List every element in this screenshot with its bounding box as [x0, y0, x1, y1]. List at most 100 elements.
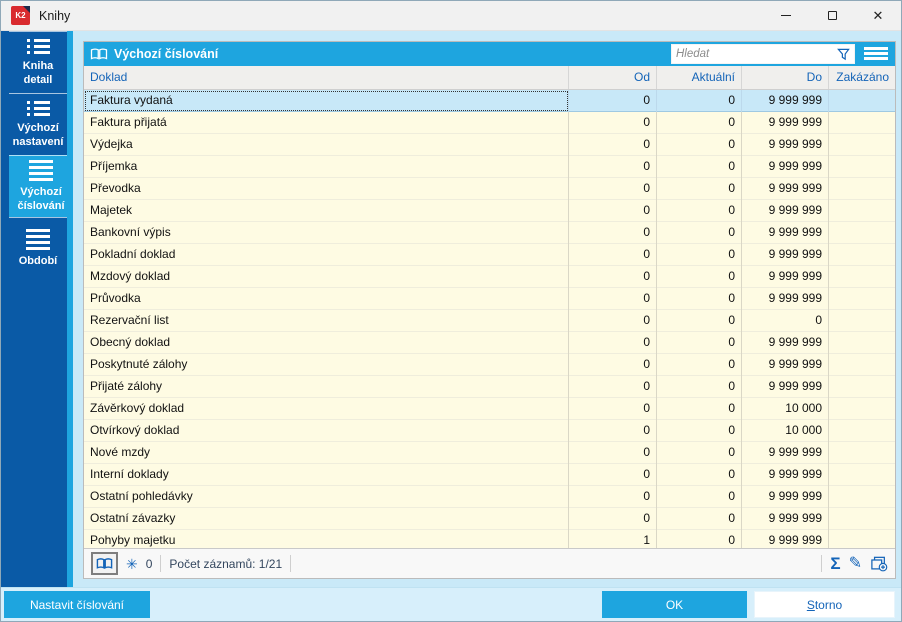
- open-book-icon: [90, 48, 108, 60]
- cell-value: 9 999 999: [742, 90, 829, 112]
- ok-button[interactable]: OK: [602, 591, 747, 618]
- table-row[interactable]: Obecný doklad 0 0 9 999 999: [84, 332, 895, 354]
- sidebar-item-label: Výchozí číslování: [17, 185, 65, 212]
- cell-value: 0: [569, 376, 657, 398]
- sum-icon[interactable]: Σ: [830, 555, 840, 572]
- cell-value: 0: [569, 486, 657, 508]
- sidebar-item-label: Výchozí nastavení: [12, 121, 64, 148]
- column-header[interactable]: Aktuální: [657, 66, 742, 89]
- cell-value: [829, 266, 895, 288]
- cell-value: 0: [657, 310, 742, 332]
- cell-doklad: Majetek: [84, 200, 569, 222]
- panel-title: Výchozí číslování: [114, 47, 219, 61]
- table-row[interactable]: Majetek 0 0 9 999 999: [84, 200, 895, 222]
- table-row[interactable]: Závěrkový doklad 0 0 10 000: [84, 398, 895, 420]
- cell-value: 0: [569, 288, 657, 310]
- cell-value: 0: [569, 200, 657, 222]
- minimize-button[interactable]: [763, 1, 809, 31]
- cell-doklad: Poskytnuté zálohy: [84, 354, 569, 376]
- table-row[interactable]: Ostatní pohledávky 0 0 9 999 999: [84, 486, 895, 508]
- cell-value: 0: [657, 112, 742, 134]
- cell-doklad: Bankovní výpis: [84, 222, 569, 244]
- cell-value: 0: [657, 442, 742, 464]
- table-row[interactable]: Mzdový doklad 0 0 9 999 999: [84, 266, 895, 288]
- table-row[interactable]: Přijaté zálohy 0 0 9 999 999: [84, 376, 895, 398]
- cell-value: [829, 530, 895, 548]
- table-row[interactable]: Pohyby majetku 1 0 9 999 999: [84, 530, 895, 548]
- column-header[interactable]: Zakázáno: [829, 66, 895, 89]
- cell-value: 0: [657, 376, 742, 398]
- table-row[interactable]: Průvodka 0 0 9 999 999: [84, 288, 895, 310]
- cell-value: [829, 200, 895, 222]
- book-view-button[interactable]: [91, 552, 118, 575]
- table-row[interactable]: Bankovní výpis 0 0 9 999 999: [84, 222, 895, 244]
- cell-value: 9 999 999: [742, 442, 829, 464]
- table-header-row: Doklad Od Aktuální Do Zakázáno: [84, 66, 895, 90]
- table-row[interactable]: Pokladní doklad 0 0 9 999 999: [84, 244, 895, 266]
- cell-value: [829, 310, 895, 332]
- table-row[interactable]: Interní doklady 0 0 9 999 999: [84, 464, 895, 486]
- cell-doklad: Závěrkový doklad: [84, 398, 569, 420]
- table-row[interactable]: Faktura vydaná 0 0 9 999 999: [84, 90, 895, 112]
- cell-value: 0: [657, 420, 742, 442]
- table-body: Faktura vydaná 0 0 9 999 999 Faktura přijatá…: [84, 90, 895, 548]
- cell-value: 0: [657, 354, 742, 376]
- table-row[interactable]: Poskytnuté zálohy 0 0 9 999 999: [84, 354, 895, 376]
- breakpoint-icon[interactable]: ✳: [126, 557, 138, 571]
- search-input[interactable]: [672, 45, 837, 63]
- cell-value: 10 000: [742, 398, 829, 420]
- table-row[interactable]: Převodka 0 0 9 999 999: [84, 178, 895, 200]
- maximize-button[interactable]: [809, 1, 855, 31]
- sidebar-item-2[interactable]: Výchozí nastavení: [9, 93, 67, 155]
- cell-doklad: Otvírkový doklad: [84, 420, 569, 442]
- cancel-button[interactable]: Storno: [754, 591, 895, 618]
- sidebar-item-4[interactable]: Období: [9, 217, 67, 279]
- close-button[interactable]: ✕: [855, 1, 901, 31]
- table-row[interactable]: Rezervační list 0 0 0: [84, 310, 895, 332]
- column-header[interactable]: Od: [569, 66, 657, 89]
- cell-value: 9 999 999: [742, 530, 829, 548]
- status-bar: ✳ 0 Počet záznamů: 1/21 Σ ✎: [84, 548, 895, 578]
- panel-header: Výchozí číslování: [84, 42, 895, 66]
- table-row[interactable]: Faktura přijatá 0 0 9 999 999: [84, 112, 895, 134]
- column-header[interactable]: Do: [742, 66, 829, 89]
- cell-value: [829, 156, 895, 178]
- table-row[interactable]: Výdejka 0 0 9 999 999: [84, 134, 895, 156]
- cell-doklad: Průvodka: [84, 288, 569, 310]
- table-row[interactable]: Ostatní závazky 0 0 9 999 999: [84, 508, 895, 530]
- cell-value: [829, 376, 895, 398]
- panel-menu-icon[interactable]: [864, 47, 888, 60]
- edit-pencil-icon[interactable]: ✎: [849, 555, 862, 572]
- cell-doklad: Interní doklady: [84, 464, 569, 486]
- cell-value: 9 999 999: [742, 464, 829, 486]
- cell-doklad: Pohyby majetku: [84, 530, 569, 548]
- cell-value: 0: [657, 464, 742, 486]
- cell-value: 0: [742, 310, 829, 332]
- table-row[interactable]: Otvírkový doklad 0 0 10 000: [84, 420, 895, 442]
- content-area: Kniha detail Výchozí nastavení Výchozí čís…: [1, 31, 901, 587]
- cell-doklad: Přijaté zálohy: [84, 376, 569, 398]
- cell-doklad: Rezervační list: [84, 310, 569, 332]
- set-numbering-button[interactable]: Nastavit číslování: [4, 591, 150, 618]
- breakpoint-count: 0: [145, 556, 153, 571]
- sidebar-item-1[interactable]: Kniha detail: [9, 31, 67, 93]
- cell-value: 0: [569, 244, 657, 266]
- cell-value: 0: [657, 178, 742, 200]
- sidebar-item-3[interactable]: Výchozí číslování: [9, 155, 73, 217]
- cell-value: 0: [569, 442, 657, 464]
- cell-value: 0: [569, 398, 657, 420]
- cell-value: 0: [657, 530, 742, 548]
- table-row[interactable]: Příjemka 0 0 9 999 999: [84, 156, 895, 178]
- duplicate-record-icon[interactable]: [870, 556, 888, 572]
- cell-value: 9 999 999: [742, 354, 829, 376]
- cell-value: 0: [657, 134, 742, 156]
- cell-value: 9 999 999: [742, 134, 829, 156]
- cell-value: 10 000: [742, 420, 829, 442]
- filter-icon[interactable]: [837, 48, 850, 61]
- table-row[interactable]: Nové mzdy 0 0 9 999 999: [84, 442, 895, 464]
- cell-doklad: Ostatní pohledávky: [84, 486, 569, 508]
- search-box: [671, 44, 855, 64]
- column-header[interactable]: Doklad: [84, 66, 569, 89]
- cell-value: 0: [569, 134, 657, 156]
- footer-bar: Nastavit číslování OK Storno: [1, 587, 901, 621]
